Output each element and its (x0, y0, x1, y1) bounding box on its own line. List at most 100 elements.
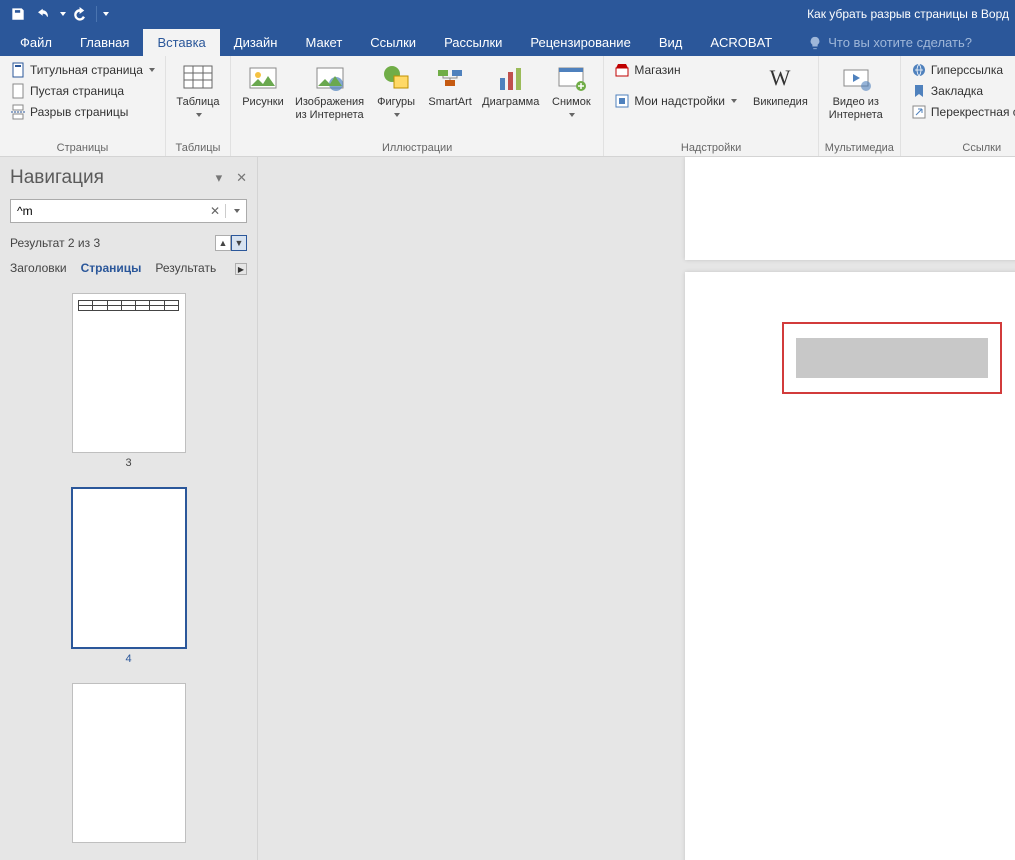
chevron-down-icon (196, 113, 202, 117)
group-links-label: Ссылки (907, 140, 1015, 156)
hyperlink-button[interactable]: Гиперссылка (907, 60, 1015, 80)
navigation-title: Навигация (10, 167, 104, 189)
group-pages: Титульная страница Пустая страница Разры… (0, 56, 166, 156)
undo-button[interactable] (32, 3, 56, 25)
hyperlink-icon (911, 62, 927, 78)
chevron-down-icon (149, 68, 155, 72)
title-page-icon (10, 62, 26, 78)
document-area[interactable] (258, 157, 1015, 860)
qat-customize-icon[interactable] (103, 12, 109, 16)
nav-close-button[interactable]: ✕ (236, 170, 247, 186)
nav-tab-headings[interactable]: Заголовки (10, 261, 67, 277)
search-dropdown-button[interactable] (226, 201, 246, 221)
thumbnail-page-4[interactable] (71, 487, 187, 649)
prev-result-button[interactable]: ▲ (215, 235, 231, 251)
wikipedia-icon: W (764, 62, 796, 94)
shapes-button[interactable]: Фигуры (370, 60, 422, 124)
cross-ref-icon (911, 104, 927, 120)
tell-me-box[interactable]: Что вы хотите сделать? (794, 29, 986, 56)
tab-acrobat[interactable]: ACROBAT (696, 29, 786, 56)
tab-file[interactable]: Файл (6, 29, 66, 56)
title-page-button[interactable]: Титульная страница (6, 60, 159, 80)
smartart-icon (434, 62, 466, 94)
svg-text:W: W (770, 65, 791, 90)
bulb-icon (808, 36, 822, 50)
chart-button[interactable]: Диаграмма (478, 60, 543, 111)
my-addins-label: Мои надстройки (634, 94, 725, 108)
next-result-button[interactable]: ▼ (231, 235, 247, 251)
hyperlink-label: Гиперссылка (931, 63, 1003, 77)
chevron-down-icon (731, 99, 737, 103)
search-result-count: Результат 2 из 3 (10, 236, 100, 250)
pictures-label: Рисунки (242, 96, 284, 109)
title-page-label: Титульная страница (30, 63, 143, 77)
addins-icon (614, 93, 630, 109)
pictures-button[interactable]: Рисунки (237, 60, 289, 111)
smartart-button[interactable]: SmartArt (424, 60, 476, 111)
cross-reference-button[interactable]: Перекрестная ссылка (907, 102, 1015, 122)
quick-access-toolbar (6, 3, 109, 25)
table-label: Таблица (176, 96, 219, 108)
my-addins-button[interactable]: Мои надстройки (610, 91, 741, 111)
search-input[interactable] (11, 204, 205, 218)
tab-review[interactable]: Рецензирование (516, 29, 644, 56)
tab-view[interactable]: Вид (645, 29, 697, 56)
title-bar: Как убрать разрыв страницы в Ворд (0, 0, 1015, 28)
shapes-icon (380, 62, 412, 94)
document-page-prev[interactable] (685, 157, 1015, 260)
chevron-down-icon (394, 113, 400, 117)
chevron-down-icon (569, 113, 575, 117)
group-tables: Таблица Таблицы (166, 56, 231, 156)
redo-button[interactable] (68, 3, 92, 25)
online-video-button[interactable]: Видео изИнтернета (825, 60, 887, 124)
navigation-search[interactable]: ✕ (10, 199, 247, 223)
shapes-label: Фигуры (377, 96, 415, 108)
tab-references[interactable]: Ссылки (356, 29, 430, 56)
page-thumbnails: 3 4 (10, 293, 247, 847)
group-illustrations-label: Иллюстрации (237, 140, 597, 156)
save-button[interactable] (6, 3, 30, 25)
screenshot-button[interactable]: Снимок (545, 60, 597, 124)
nav-tab-pages[interactable]: Страницы (81, 261, 142, 277)
nav-tab-results[interactable]: Результать (155, 261, 216, 277)
nav-options-button[interactable]: ▾ (216, 170, 223, 186)
thumbnail-page-3[interactable] (72, 293, 186, 453)
thumbnail-label-4: 4 (125, 653, 131, 665)
wikipedia-label: Википедия (753, 96, 808, 109)
tab-layout[interactable]: Макет (291, 29, 356, 56)
tab-design[interactable]: Дизайн (220, 29, 292, 56)
ribbon: Титульная страница Пустая страница Разры… (0, 56, 1015, 157)
group-pages-label: Страницы (6, 140, 159, 156)
undo-icon (37, 7, 51, 21)
thumbnail-page-5[interactable] (72, 683, 186, 843)
chart-icon (495, 62, 527, 94)
page-break-label: Разрыв страницы (30, 105, 128, 119)
save-icon (11, 7, 25, 21)
group-tables-label: Таблицы (172, 140, 224, 156)
bookmark-button[interactable]: Закладка (907, 81, 1015, 101)
thumbnail-label-3: 3 (125, 457, 131, 469)
nav-tabs-more[interactable]: ▶ (235, 263, 247, 275)
table-icon (182, 62, 214, 94)
bookmark-label: Закладка (931, 84, 983, 98)
blank-page-label: Пустая страница (30, 84, 124, 98)
smartart-label: SmartArt (428, 96, 471, 109)
document-page-current[interactable] (685, 272, 1015, 860)
group-links: Гиперссылка Закладка Перекрестная ссылка… (901, 56, 1015, 156)
highlight-fill (796, 338, 988, 378)
undo-dropdown-icon[interactable] (60, 12, 66, 16)
search-clear-button[interactable]: ✕ (205, 201, 225, 221)
group-addins-label: Надстройки (610, 140, 811, 156)
table-button[interactable]: Таблица (172, 60, 224, 124)
tab-mailings[interactable]: Рассылки (430, 29, 516, 56)
blank-page-button[interactable]: Пустая страница (6, 81, 159, 101)
thumbnail-table-preview (79, 300, 179, 310)
online-pictures-button[interactable]: Изображенияиз Интернета (291, 60, 368, 124)
group-addins: Магазин Мои надстройки W Википедия Надст… (604, 56, 818, 156)
wikipedia-button[interactable]: W Википедия (749, 60, 812, 111)
page-break-button[interactable]: Разрыв страницы (6, 102, 159, 122)
tab-home[interactable]: Главная (66, 29, 143, 56)
store-button[interactable]: Магазин (610, 60, 741, 80)
screenshot-label: Снимок (552, 96, 591, 108)
tab-insert[interactable]: Вставка (143, 29, 219, 56)
